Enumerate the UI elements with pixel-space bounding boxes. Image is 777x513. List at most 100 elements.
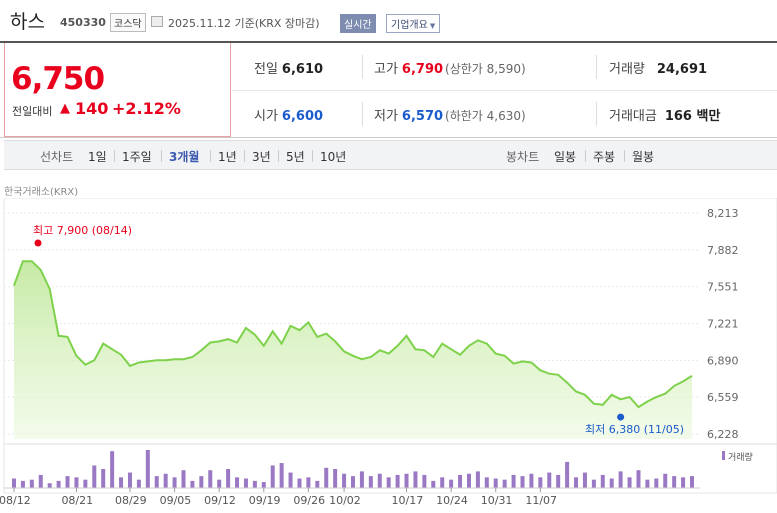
current-price: 6,750 <box>11 61 105 97</box>
timestamp: 2025.11.12 기준(KRX 장마감) <box>168 17 320 30</box>
volume-bar <box>217 479 222 488</box>
volume-bar <box>208 470 213 488</box>
volume-bar <box>252 480 257 488</box>
high-price: 고가 6,790 (상한가 8,590) <box>374 58 526 77</box>
volume-bar <box>377 473 382 488</box>
prev-close: 전일 6,610 <box>254 58 323 77</box>
y-tick-label: 7,551 <box>707 281 739 294</box>
trade-amount: 거래대금 166 백만 <box>609 105 720 124</box>
period-3m[interactable]: 3개월 <box>169 148 199 165</box>
market-badge: 코스닥 <box>110 13 146 32</box>
volume-bar <box>136 479 141 488</box>
y-tick-label: 7,221 <box>707 318 739 331</box>
change-label: 전일대비 <box>12 105 53 118</box>
volume-bar <box>359 471 364 488</box>
candle-chart-title: 봉차트 <box>506 150 540 164</box>
volume-bar <box>351 476 355 488</box>
realtime-button[interactable]: 실시간 <box>340 14 376 33</box>
volume-bar <box>154 476 159 488</box>
x-tick-label: 10/17 <box>392 494 424 507</box>
volume-bar <box>65 476 70 488</box>
volume-bar <box>56 480 61 488</box>
period-1w[interactable]: 1주일 <box>122 148 152 165</box>
amount-label: 거래대금 <box>609 109 657 124</box>
volume-bar <box>502 479 507 488</box>
volume-bar <box>431 480 436 488</box>
divider <box>596 102 597 126</box>
upper-limit: (상한가 8,590) <box>445 62 526 76</box>
volume-bar <box>306 477 311 488</box>
y-tick-label: 8,213 <box>707 207 739 220</box>
chart-frame <box>3 198 777 494</box>
x-tick-label: 10/24 <box>436 494 468 507</box>
divider <box>624 150 625 162</box>
volume-bar <box>458 474 463 488</box>
volume-bar <box>386 477 391 488</box>
volume-bar <box>288 472 293 488</box>
volume-bar <box>74 477 79 488</box>
open-label: 시가 <box>254 109 278 124</box>
volume-bar <box>627 477 632 488</box>
volume-bar <box>368 476 373 488</box>
volume-bar <box>92 465 97 488</box>
candle-daily[interactable]: 일봉 <box>554 148 576 165</box>
period-5y[interactable]: 5년 <box>286 148 305 165</box>
volume-bar <box>83 479 88 488</box>
volume-bar <box>181 470 186 488</box>
stock-code: 450330 <box>60 16 106 29</box>
low-price: 저가 6,570 (하한가 4,630) <box>374 105 526 124</box>
volume-bar <box>235 477 240 488</box>
volume-bar <box>12 478 16 488</box>
volume-bar <box>663 473 668 488</box>
volume-bar <box>47 483 52 488</box>
divider <box>312 150 313 162</box>
divider <box>114 150 115 162</box>
period-10y[interactable]: 10년 <box>320 148 346 165</box>
volume-bar <box>538 477 543 488</box>
volume-bar <box>493 478 498 488</box>
x-tick-label: 09/19 <box>249 494 281 507</box>
volume-bar <box>190 480 195 488</box>
volume-bar <box>556 474 561 488</box>
period-1d[interactable]: 1일 <box>88 148 107 165</box>
quote-row-divider <box>232 90 777 91</box>
volume-bar <box>29 479 34 488</box>
y-tick-label: 7,882 <box>707 244 739 257</box>
divider <box>362 55 363 79</box>
period-3y[interactable]: 3년 <box>252 148 271 165</box>
volume-bar <box>672 476 677 488</box>
stock-name: 하스 <box>10 11 45 33</box>
volume-bar <box>38 474 43 488</box>
high-label: 최고 7,900 (08/14) <box>33 224 132 237</box>
volume-bar <box>413 471 418 488</box>
divider <box>362 102 363 126</box>
x-tick-label: 10/02 <box>329 494 361 507</box>
volume-bar <box>511 474 516 488</box>
volume-bar <box>270 465 275 488</box>
low-label: 저가 <box>374 109 398 124</box>
current-price-box: 6,750 전일대비 ▲ 140 +2.12% <box>4 43 231 137</box>
volume-bar <box>279 463 284 488</box>
volume-bar <box>324 467 329 488</box>
low-value: 6,570 <box>401 109 444 124</box>
y-tick-label: 6,890 <box>707 354 739 367</box>
divider <box>244 150 245 162</box>
up-arrow-icon: ▲ <box>60 101 70 116</box>
candle-monthly[interactable]: 월봉 <box>632 148 654 165</box>
company-overview-label: 기업개요 <box>391 20 428 31</box>
price-panel: 6,750 전일대비 ▲ 140 +2.12% 전일 6,610 고가 6,790(… <box>0 43 777 138</box>
volume-bar <box>333 469 338 488</box>
volume-bar <box>609 478 614 488</box>
volume-bar <box>529 473 534 488</box>
volume-bar <box>520 476 525 488</box>
low-marker <box>617 413 625 421</box>
period-1y[interactable]: 1년 <box>218 148 237 165</box>
volume-bar <box>636 470 641 488</box>
volume-bar <box>654 478 659 488</box>
amount-value: 166 백만 <box>664 109 721 124</box>
volume-bar <box>484 477 489 488</box>
candle-weekly[interactable]: 주봉 <box>593 148 615 165</box>
volume-bar <box>582 472 587 488</box>
volume-bar <box>618 471 623 488</box>
company-overview-button[interactable]: 기업개요 ▼ <box>386 14 441 33</box>
